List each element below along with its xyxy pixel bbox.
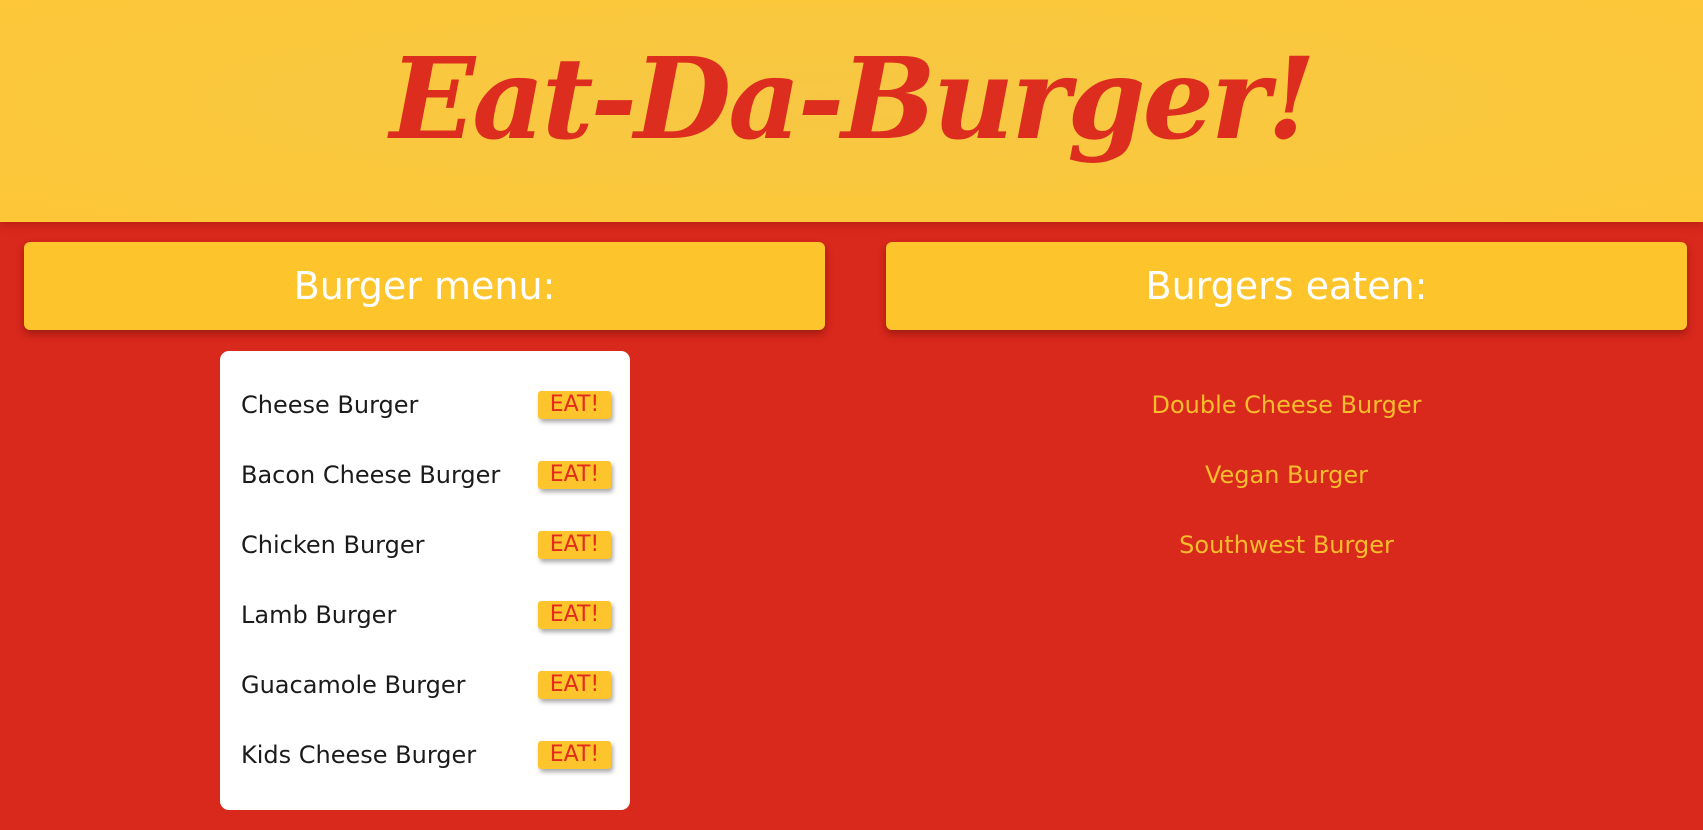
app-title: Eat-Da-Burger! <box>389 34 1316 165</box>
eat-button[interactable]: EAT! <box>538 461 611 489</box>
eat-button[interactable]: EAT! <box>538 671 611 699</box>
menu-item: Lamb Burger EAT! <box>241 595 611 635</box>
eaten-burger-item: Southwest Burger <box>1179 531 1394 559</box>
menu-item: Cheese Burger EAT! <box>241 385 611 425</box>
menu-item: Bacon Cheese Burger EAT! <box>241 455 611 495</box>
burger-menu-list: Cheese Burger EAT! Bacon Cheese Burger E… <box>220 351 630 810</box>
menu-item-name: Chicken Burger <box>241 531 425 559</box>
menu-item-name: Lamb Burger <box>241 601 397 629</box>
page-header: Eat-Da-Burger! <box>0 0 1703 222</box>
menu-item: Chicken Burger EAT! <box>241 525 611 565</box>
eaten-burger-item: Double Cheese Burger <box>1151 391 1422 419</box>
eat-button[interactable]: EAT! <box>538 601 611 629</box>
eat-button[interactable]: EAT! <box>538 741 611 769</box>
menu-item-name: Bacon Cheese Burger <box>241 461 501 489</box>
burgers-eaten-heading: Burgers eaten: <box>886 242 1687 330</box>
burger-menu-heading: Burger menu: <box>24 242 825 330</box>
menu-item: Kids Cheese Burger EAT! <box>241 735 611 775</box>
menu-item-name: Kids Cheese Burger <box>241 741 477 769</box>
menu-item-name: Cheese Burger <box>241 391 419 419</box>
eaten-burger-item: Vegan Burger <box>1204 461 1369 489</box>
menu-item: Guacamole Burger EAT! <box>241 665 611 705</box>
menu-item-name: Guacamole Burger <box>241 671 466 699</box>
eat-button[interactable]: EAT! <box>538 391 611 419</box>
eat-button[interactable]: EAT! <box>538 531 611 559</box>
